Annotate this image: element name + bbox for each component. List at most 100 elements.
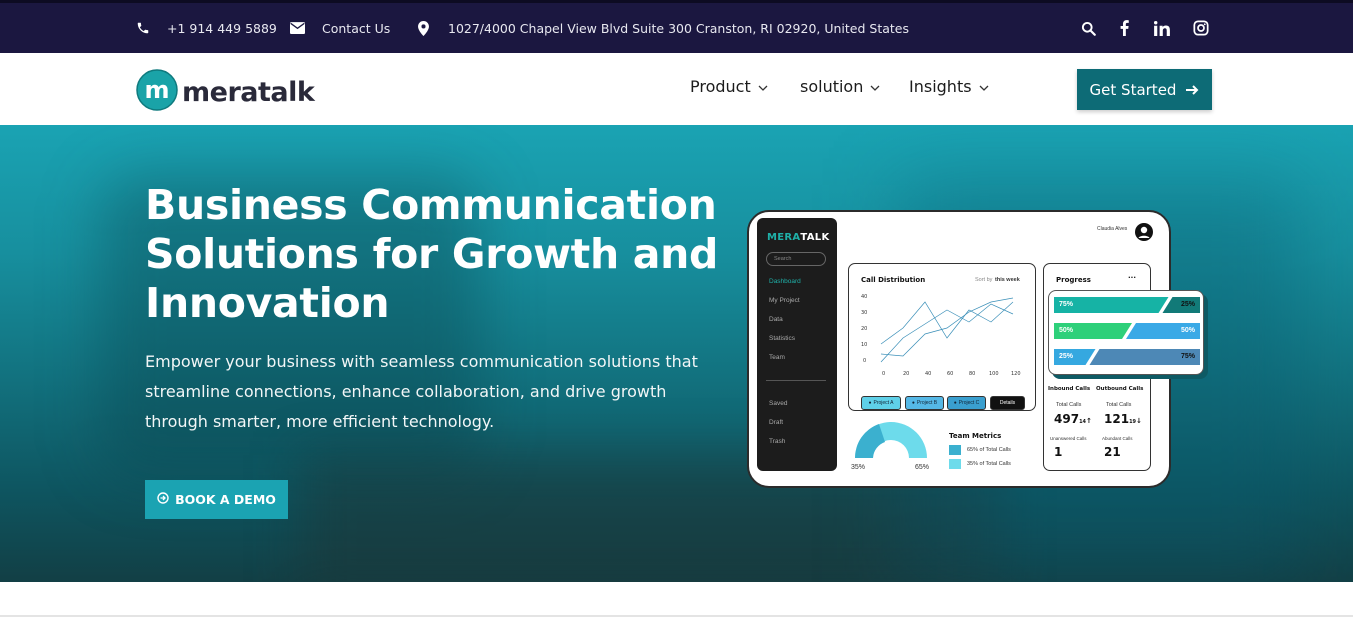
phone-icon (136, 21, 150, 35)
sort-value: this week (995, 277, 1020, 283)
mockup-user-name: Claudia Alves (1097, 226, 1128, 232)
mockup-sidebar-item: My Project (769, 297, 800, 304)
call-distribution-card: Call Distribution Sort by this week 40 30… (848, 263, 1036, 411)
mockup-sidebar-item: Team (769, 354, 785, 361)
x-tick: 60 (947, 371, 953, 377)
contact-us-label: Contact Us (322, 20, 391, 36)
sort-label: Sort by (975, 277, 993, 283)
team-metrics-title: Team Metrics (949, 432, 1002, 440)
outbound-calls-title: Outbound Calls (1096, 386, 1144, 392)
hero-title: Business Communication Solutions for Gro… (145, 181, 719, 327)
gauge-right-pct: 65% (915, 464, 930, 471)
progress-right-label: 25% (1181, 301, 1196, 308)
nav-insights[interactable]: Insights (909, 77, 989, 96)
search-icon[interactable] (1081, 3, 1096, 53)
x-tick: 20 (903, 371, 909, 377)
series-line (880, 301, 1014, 345)
unanswered-value: 1 (1054, 445, 1063, 459)
progress-right-label: 50% (1181, 327, 1196, 334)
hero-section: Business Communication Solutions for Gro… (0, 125, 1353, 582)
gauge-segment-35 (854, 424, 885, 458)
inbound-calls-title: Inbound Calls (1048, 386, 1091, 392)
main-navbar: m meratalk Product solution Insights Get… (0, 53, 1353, 125)
nav-product-label: Product (690, 77, 751, 96)
mockup-brand: MERATALK (767, 232, 830, 243)
book-demo-button[interactable]: BOOK A DEMO (145, 480, 288, 519)
abandoned-label: Abundant Calls (1102, 436, 1133, 441)
legend-swatch (949, 459, 961, 469)
x-tick: 80 (969, 371, 975, 377)
details-button: Details (990, 396, 1025, 410)
instagram-icon[interactable] (1193, 3, 1209, 53)
map-pin-icon (418, 20, 429, 36)
mockup-sidebar-item: Trash (769, 438, 786, 445)
mockup-sidebar-item: Statistics (769, 335, 796, 342)
below-hero-section (0, 582, 1353, 617)
dashboard-mockup: MERATALK Search Dashboard My Project Dat… (747, 210, 1204, 488)
get-started-button[interactable]: Get Started (1077, 69, 1212, 110)
nav-solution[interactable]: solution (800, 77, 880, 96)
unanswered-label: Unanswered Calls (1050, 436, 1087, 441)
arrow-right-icon (1186, 81, 1199, 99)
outbound-total-label: Total Calls (1106, 402, 1132, 408)
progress-bars-popout: 75% 25% 50% 50% 25% 75% (1048, 290, 1204, 375)
x-tick: 120 (1011, 371, 1021, 377)
arrow-circle-right-icon (157, 492, 169, 507)
progress-left-label: 75% (1059, 301, 1074, 308)
svg-text:m: m (144, 76, 169, 104)
more-icon: ... (1128, 272, 1136, 280)
abandoned-value: 21 (1104, 445, 1121, 459)
book-demo-label: BOOK A DEMO (175, 492, 276, 507)
facebook-icon[interactable] (1120, 3, 1129, 53)
legend-project-b: ● Project B (905, 396, 944, 410)
linkedin-icon[interactable] (1154, 3, 1170, 53)
phone-contact[interactable]: +1 914 449 5889 (136, 3, 277, 53)
team-metric-item: 35% of Total Calls (967, 461, 1011, 467)
get-started-label: Get Started (1089, 80, 1177, 99)
mockup-sidebar-item: Saved (769, 400, 788, 407)
chevron-down-icon (979, 77, 989, 96)
x-tick: 0 (882, 371, 885, 377)
series-line (880, 303, 1014, 363)
x-tick: 100 (989, 371, 999, 377)
chevron-down-icon (870, 77, 880, 96)
mockup-sidebar: MERATALK Search Dashboard My Project Dat… (757, 218, 837, 471)
address: 1027/4000 Chapel View Blvd Suite 300 Cra… (418, 3, 909, 53)
logo-wordmark: meratalk (182, 77, 315, 108)
y-tick: 40 (861, 294, 867, 300)
mockup-search-box: Search (766, 252, 826, 266)
series-line (880, 297, 1014, 357)
top-info-bar: +1 914 449 5889 Contact Us 1027/4000 Cha… (0, 0, 1353, 53)
inbound-total-value: 49714↑ (1054, 412, 1092, 426)
contact-us-link[interactable]: Contact Us (290, 3, 390, 53)
legend-swatch (949, 445, 961, 455)
nav-solution-label: solution (800, 77, 864, 96)
progress-left-label: 25% (1059, 353, 1074, 360)
call-distribution-title: Call Distribution (861, 276, 926, 284)
x-tick: 40 (925, 371, 931, 377)
legend-project-c: ● Project C (947, 396, 986, 410)
phone-number: +1 914 449 5889 (167, 20, 277, 36)
inbound-total-label: Total Calls (1056, 402, 1082, 408)
y-tick: 30 (861, 310, 867, 316)
chevron-down-icon (758, 77, 768, 96)
progress-right-label: 75% (1181, 353, 1196, 360)
mockup-sidebar-item: Dashboard (769, 278, 801, 285)
call-distribution-line-chart: 403020100 0 20 40 60 80 100 120 (861, 294, 1021, 377)
nav-insights-label: Insights (909, 77, 972, 96)
meratalk-logo-icon: m (136, 69, 178, 116)
progress-title: Progress (1056, 276, 1091, 284)
hero-description: Empower your business with seamless comm… (145, 352, 698, 431)
user-avatar-icon (1134, 222, 1154, 247)
address-text: 1027/4000 Chapel View Blvd Suite 300 Cra… (448, 20, 909, 36)
nav-product[interactable]: Product (690, 77, 768, 96)
gauge-left-pct: 35% (851, 464, 866, 471)
mockup-divider (766, 380, 826, 381)
mockup-sidebar-item: Data (769, 316, 783, 323)
meratalk-logo[interactable]: m meratalk (136, 69, 315, 116)
y-tick: 0 (863, 358, 866, 364)
progress-left-label: 50% (1059, 327, 1074, 334)
team-metric-item: 65% of Total Calls (967, 447, 1011, 453)
team-metrics-gauge (854, 422, 927, 458)
y-tick: 20 (861, 326, 867, 332)
